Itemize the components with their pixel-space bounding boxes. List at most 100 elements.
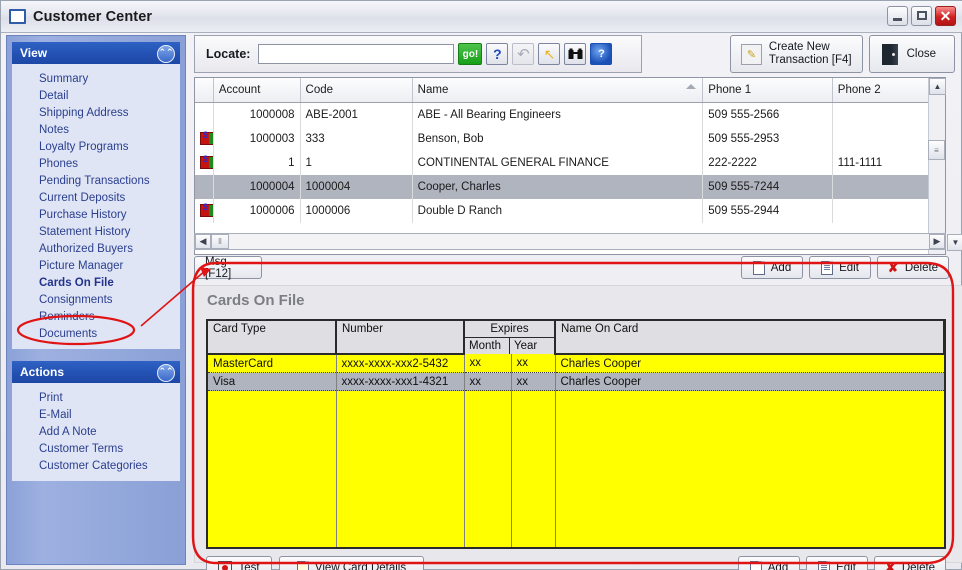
maximize-button[interactable] <box>911 6 932 26</box>
sidebar: View ⌃⌃ Summary Detail Shipping Address … <box>6 35 186 565</box>
cell-name: Double D Ranch <box>412 199 704 223</box>
maximize-icon <box>917 11 927 20</box>
grid-horizontal-scrollbar[interactable]: ◀ ⦀ ▶ ▼ <box>194 233 962 251</box>
edit-customer-button[interactable]: Edit <box>809 256 871 279</box>
column-header-code[interactable]: Code <box>300 78 413 103</box>
minimize-button[interactable] <box>887 6 908 26</box>
cell-name: Benson, Bob <box>412 127 704 151</box>
locate-input[interactable] <box>258 44 455 64</box>
view-panel-body: Summary Detail Shipping Address Notes Lo… <box>12 64 180 349</box>
sidebar-item-shipping-address[interactable]: Shipping Address <box>12 104 180 121</box>
empty-row <box>208 499 944 517</box>
sidebar-item-purchase-history[interactable]: Purchase History <box>12 206 180 223</box>
cards-on-file-grid[interactable]: Card Type Number Expires Month Year Name… <box>206 319 946 549</box>
cards-table-header-row: Card Type Number Expires Month Year Name… <box>208 321 944 355</box>
cards-on-file-panel: Cards On File Card Type Number Expires M… <box>194 285 962 570</box>
create-new-transaction-button[interactable]: ✎ Create New Transaction [F4] <box>729 35 863 73</box>
sidebar-item-print[interactable]: Print <box>12 389 180 406</box>
add-customer-button[interactable]: Add <box>741 256 803 279</box>
actions-panel-body: Print E-Mail Add A Note Customer Terms C… <box>12 383 180 481</box>
scroll-left-button[interactable]: ◀ <box>195 234 211 249</box>
test-card-button[interactable]: Test <box>206 556 272 570</box>
back-arrow-icon[interactable]: ↶ <box>512 43 535 65</box>
page-search-icon <box>296 560 309 570</box>
sidebar-item-documents[interactable]: Documents <box>12 325 180 342</box>
sidebar-item-statement-history[interactable]: Statement History <box>12 223 180 240</box>
row-flag-cell <box>195 151 214 175</box>
row-flag-cell <box>195 127 214 151</box>
sidebar-item-pending-transactions[interactable]: Pending Transactions <box>12 172 180 189</box>
scroll-down-button[interactable]: ▼ <box>947 234 962 251</box>
table-row[interactable]: 1000006 1000006 Double D Ranch 509 555-2… <box>195 199 946 223</box>
table-row[interactable]: 1000003 333 Benson, Bob 509 555-2953 <box>195 127 946 151</box>
sidebar-item-reminders[interactable]: Reminders <box>12 308 180 325</box>
sidebar-item-add-a-note[interactable]: Add A Note <box>12 423 180 440</box>
jump-arrow-icon[interactable]: ↖ <box>538 43 561 65</box>
column-header-name-on-card[interactable]: Name On Card <box>555 321 944 355</box>
table-row[interactable]: 1000008 ABE-2001 ABE - All Bearing Engin… <box>195 102 946 127</box>
sidebar-item-phones[interactable]: Phones <box>12 155 180 172</box>
window-icon <box>9 9 26 24</box>
go-button[interactable]: go! <box>458 43 483 65</box>
cell-account: 1000003 <box>213 127 301 151</box>
column-header-phone1[interactable]: Phone 1 <box>702 78 833 103</box>
sidebar-item-email[interactable]: E-Mail <box>12 406 180 423</box>
table-row[interactable]: Visa xxxx-xxxx-xxx1-4321 xx xx Charles C… <box>208 372 944 391</box>
expires-group-label: Expires <box>465 321 554 338</box>
scroll-up-button[interactable]: ▲ <box>929 78 946 95</box>
column-header-expires[interactable]: Expires Month Year <box>464 321 556 354</box>
cell-card-type: MasterCard <box>208 354 337 373</box>
delete-card-button[interactable]: ✘ Delete <box>874 556 946 570</box>
close-button[interactable]: Close <box>868 35 955 73</box>
scroll-right-button[interactable]: ▶ <box>929 234 945 249</box>
delete-customer-button[interactable]: ✘ Delete <box>877 256 949 279</box>
sidebar-item-detail[interactable]: Detail <box>12 87 180 104</box>
chevron-up-icon[interactable]: ⌃⌃ <box>157 45 175 63</box>
grid-vertical-scrollbar[interactable]: ▲ ≡ <box>928 78 946 254</box>
scroll-thumb[interactable]: ≡ <box>928 140 945 160</box>
chevron-up-icon[interactable]: ⌃⌃ <box>157 364 175 382</box>
column-header-name[interactable]: Name <box>412 78 704 103</box>
hscroll-thumb[interactable]: ⦀ <box>211 234 229 249</box>
column-header-account[interactable]: Account <box>213 78 301 103</box>
sidebar-item-current-deposits[interactable]: Current Deposits <box>12 189 180 206</box>
sidebar-item-customer-categories[interactable]: Customer Categories <box>12 457 180 474</box>
view-card-details-button[interactable]: View Card Details <box>279 556 424 570</box>
sidebar-item-summary[interactable]: Summary <box>12 70 180 87</box>
window-controls: ✕ <box>887 6 956 26</box>
column-header-flag[interactable] <box>195 78 214 103</box>
sidebar-item-cards-on-file[interactable]: Cards On File <box>12 274 180 291</box>
column-header-number[interactable]: Number <box>336 321 465 355</box>
msg-button[interactable]: Msg [F12] <box>194 256 262 280</box>
delete-customer-label: Delete <box>904 261 939 274</box>
binoculars-glyph <box>568 48 583 59</box>
column-header-year[interactable]: Year <box>510 338 554 354</box>
cards-on-file-title: Cards On File <box>207 292 305 309</box>
view-panel-header[interactable]: View ⌃⌃ <box>12 42 180 64</box>
sidebar-item-notes[interactable]: Notes <box>12 121 180 138</box>
sidebar-item-authorized-buyers[interactable]: Authorized Buyers <box>12 240 180 257</box>
exit-door-icon <box>881 43 898 65</box>
help-question-button[interactable]: ? <box>486 43 509 65</box>
empty-row <box>208 463 944 481</box>
binoculars-icon[interactable] <box>564 43 587 65</box>
add-card-button[interactable]: Add <box>738 556 800 570</box>
table-row[interactable]: 1 1 CONTINENTAL GENERAL FINANCE 222-2222… <box>195 151 946 175</box>
info-help-button[interactable]: ? <box>590 43 613 65</box>
column-header-month[interactable]: Month <box>465 338 510 354</box>
sidebar-item-consignments[interactable]: Consignments <box>12 291 180 308</box>
sidebar-item-loyalty-programs[interactable]: Loyalty Programs <box>12 138 180 155</box>
actions-panel-header[interactable]: Actions ⌃⌃ <box>12 361 180 383</box>
sidebar-item-customer-terms[interactable]: Customer Terms <box>12 440 180 457</box>
row-flag-cell <box>195 102 214 127</box>
close-window-button[interactable]: ✕ <box>935 6 956 26</box>
table-row[interactable]: MasterCard xxxx-xxxx-xxx2-5432 xx xx Cha… <box>208 354 944 373</box>
empty-row <box>208 517 944 535</box>
add-card-label: Add <box>767 561 789 570</box>
sidebar-item-picture-manager[interactable]: Picture Manager <box>12 257 180 274</box>
edit-card-button[interactable]: Edit <box>806 556 868 570</box>
column-header-card-type[interactable]: Card Type <box>208 321 337 355</box>
grid-button-row: Msg [F12] Add Edit ✘ Delete <box>194 256 962 280</box>
table-row[interactable]: 1000004 1000004 Cooper, Charles 509 555-… <box>195 175 946 199</box>
customer-grid[interactable]: Account Code Name Phone 1 Phone 2 100000… <box>194 77 946 255</box>
